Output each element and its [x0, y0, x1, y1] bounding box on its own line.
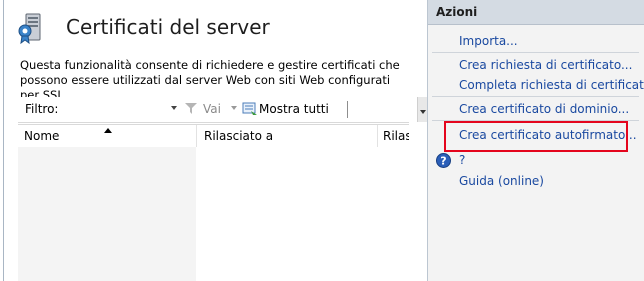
filter-label: Filtro: — [25, 102, 59, 116]
column-header-name[interactable]: Nome — [24, 129, 59, 143]
show-all-icon — [242, 102, 257, 115]
column-divider[interactable] — [377, 125, 378, 147]
actions-title: Azioni — [436, 5, 478, 19]
go-button[interactable]: Vai — [203, 102, 221, 116]
filter-input[interactable] — [62, 100, 190, 120]
funnel-icon — [185, 103, 197, 114]
page-title: Certificati del server — [66, 15, 270, 39]
action-complete-request-link[interactable]: Completa richiesta di certificato... — [459, 78, 644, 92]
sort-ascending-icon — [104, 128, 112, 133]
toolbar-separator — [347, 101, 348, 118]
highlight-box — [444, 121, 628, 152]
filter-toolbar: Filtro: Vai Mostra tutti — [18, 97, 429, 123]
svg-text:?: ? — [440, 155, 446, 168]
column-header-issued-by[interactable]: Rilas — [383, 129, 409, 143]
action-separator — [432, 52, 639, 53]
server-certificate-icon — [18, 13, 41, 45]
sorted-column-shade — [18, 147, 196, 281]
chevron-down-icon — [420, 110, 426, 114]
help-icon: ? — [436, 153, 451, 168]
actions-panel: Azioni Importa... Crea richiesta di cert… — [427, 0, 644, 281]
column-divider[interactable] — [196, 125, 197, 147]
action-create-request-link[interactable]: Crea richiesta di certificato... — [459, 58, 632, 72]
table-body[interactable] — [18, 147, 409, 281]
show-all-button[interactable]: Mostra tutti — [259, 102, 329, 116]
filter-dropdown-icon[interactable] — [171, 106, 177, 110]
actions-header: Azioni — [428, 0, 644, 25]
main-panel: Certificati del server Questa funzionali… — [0, 0, 429, 281]
action-help-link[interactable]: ? — [459, 153, 465, 167]
action-separator — [432, 96, 639, 97]
panel-border — [3, 0, 4, 281]
table-header: Nome Rilasciato a Rilas — [18, 124, 409, 148]
action-create-domain-cert-link[interactable]: Crea certificato di dominio... — [459, 102, 629, 116]
go-dropdown-icon[interactable] — [231, 106, 237, 110]
column-header-issued-to[interactable]: Rilasciato a — [204, 129, 273, 143]
action-online-help-link[interactable]: Guida (online) — [459, 174, 544, 188]
action-import-link[interactable]: Importa... — [459, 34, 518, 48]
